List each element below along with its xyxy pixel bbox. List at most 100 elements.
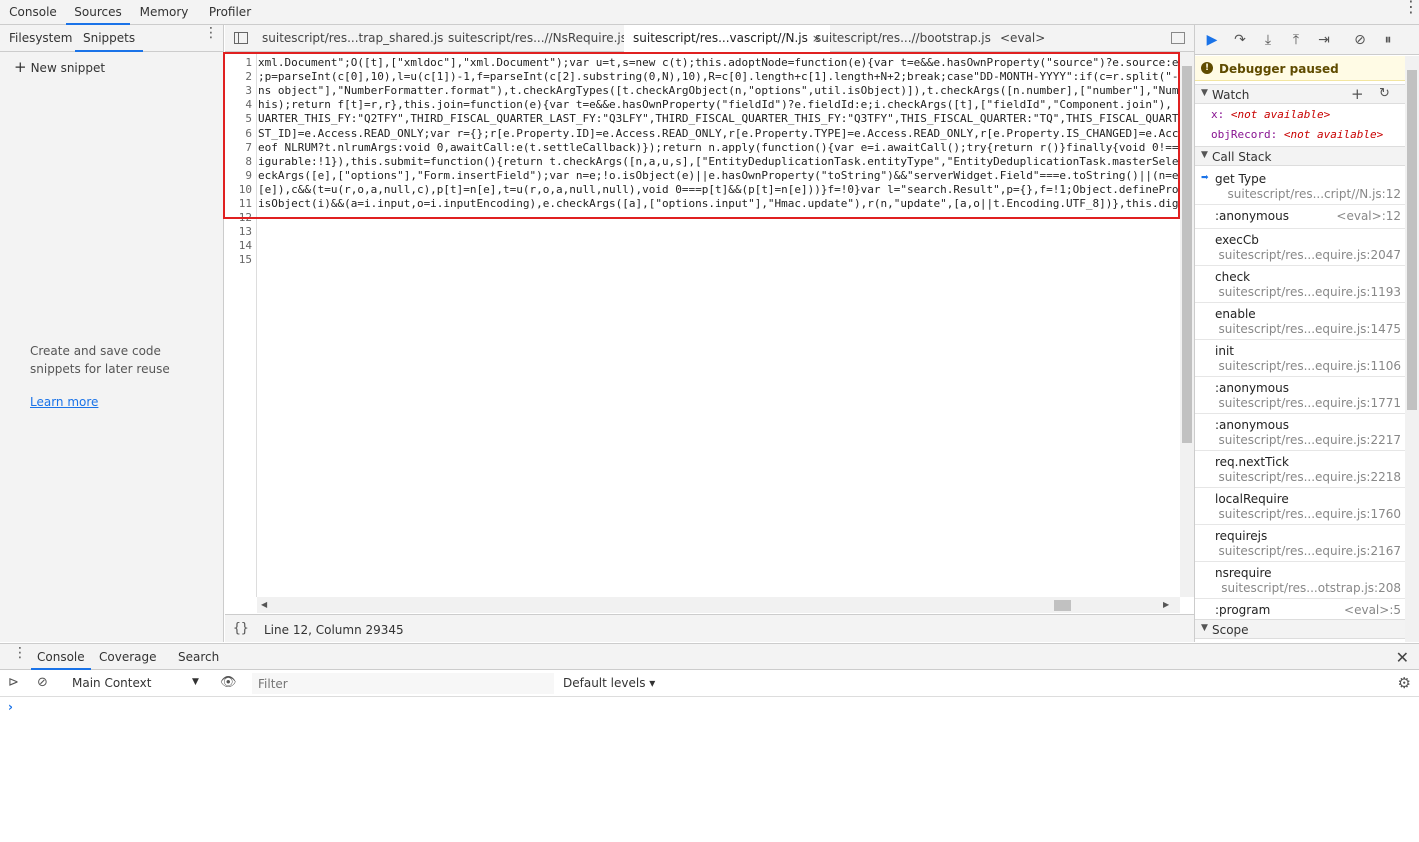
step-over-icon[interactable]: ↷	[1231, 31, 1249, 49]
scroll-right-icon[interactable]: ▶	[1163, 600, 1169, 609]
editor-tab[interactable]: suitescript/res...trap_shared.js	[262, 25, 443, 52]
scroll-left-icon[interactable]: ◀	[261, 600, 267, 609]
code-editor[interactable]: 1 2 3 4 5 6 7 8 9 10 11 12 13 14 15 xml.Document";O([t…	[223, 52, 1180, 597]
editor-tab[interactable]: suitescript/res...//NsRequire.js	[448, 25, 627, 52]
call-frame[interactable]: enable suitescript/res...equire.js:1475	[1195, 303, 1405, 340]
code-line[interactable]: eof NLRUM?t.nlrumArgs:void 0,awaitCall:e…	[258, 141, 1180, 155]
call-frame[interactable]: nsrequire suitescript/res...otstrap.js:20…	[1195, 562, 1405, 599]
deactivate-breakpoints-icon[interactable]: ⊘	[1351, 31, 1369, 49]
more-options-icon[interactable]: ⋮	[1403, 0, 1419, 15]
drawer-tab-coverage[interactable]: Coverage	[99, 644, 157, 670]
frame-location[interactable]: suitescript/res...cript//N.js:12	[1228, 187, 1401, 201]
code-line[interactable]: [e]),c&&(t=u(r,o,a,null,c),p[t]=n[e],t=u…	[258, 183, 1179, 197]
close-drawer-icon[interactable]: ✕	[1396, 648, 1409, 667]
navigator-more-icon[interactable]: ⋮	[204, 26, 218, 40]
call-frame[interactable]: execCb suitescript/res...equire.js:2047	[1195, 229, 1405, 266]
line-number[interactable]: 6	[245, 127, 252, 141]
tab-memory[interactable]: Memory	[132, 0, 196, 25]
line-number[interactable]: 15	[239, 253, 252, 267]
call-stack-section-header[interactable]: ▼ Call Stack	[1195, 146, 1405, 166]
console-prompt[interactable]: ›	[8, 700, 13, 714]
code-line[interactable]: eckArgs([e],["options"],"Form.insertFiel…	[258, 169, 1179, 183]
resume-icon[interactable]: ▶	[1203, 31, 1221, 49]
pause-on-exceptions-icon[interactable]: ⏸	[1379, 31, 1397, 49]
line-number[interactable]: 13	[239, 225, 252, 239]
drawer-tab-search[interactable]: Search	[178, 644, 219, 670]
call-frame[interactable]: requirejs suitescript/res...equire.js:216…	[1195, 525, 1405, 562]
tab-console[interactable]: Console	[0, 0, 66, 25]
call-frame[interactable]: ➡ get Type suitescript/res...cript//N.js:1…	[1195, 168, 1405, 205]
tab-filesystem[interactable]: Filesystem	[9, 25, 72, 52]
pretty-print-icon[interactable]: {}	[233, 621, 249, 636]
new-snippet-button[interactable]: + New snippet	[14, 58, 105, 76]
call-frame[interactable]: :anonymous suitescript/res...equire.js:17…	[1195, 377, 1405, 414]
step-icon[interactable]: ⇥	[1315, 31, 1333, 49]
drawer-tab-console[interactable]: Console	[31, 644, 91, 670]
learn-more-link[interactable]: Learn more	[30, 395, 98, 409]
line-number[interactable]: 7	[245, 141, 252, 155]
code-line[interactable]: igurable:!1}),this.submit=function(){ret…	[258, 155, 1180, 169]
line-gutter[interactable]: 1 2 3 4 5 6 7 8 9 10 11 12 13 14 15	[225, 52, 257, 597]
line-number[interactable]: 1	[245, 56, 252, 70]
toggle-navigator-icon[interactable]	[234, 32, 248, 44]
line-number[interactable]: 12	[239, 211, 252, 225]
call-frame[interactable]: init suitescript/res...equire.js:1106	[1195, 340, 1405, 377]
frame-location[interactable]: suitescript/res...equire.js:1106	[1219, 359, 1401, 373]
context-select[interactable]: Main Context	[72, 676, 151, 690]
frame-location[interactable]: <eval>:12	[1336, 209, 1401, 223]
line-number[interactable]: 11	[239, 197, 252, 211]
editor-tab[interactable]: suitescript/res...//bootstrap.js	[815, 25, 991, 52]
code-line[interactable]: ns object"],"NumberFormatter.format"),t.…	[258, 84, 1180, 98]
frame-location[interactable]: suitescript/res...otstrap.js:208	[1221, 581, 1401, 595]
code-line[interactable]: isObject(i)&&(a=i.input,o=i.inputEncodin…	[258, 197, 1180, 211]
code-line[interactable]: ST_ID]=e.Access.READ_ONLY;var r={};r[e.P…	[258, 127, 1180, 141]
editor-tab-active[interactable]: suitescript/res...vascript//N.js ×	[624, 25, 831, 52]
step-into-icon[interactable]: ⤓	[1259, 31, 1277, 49]
call-frame[interactable]: req.nextTick suitescript/res...equire.js:…	[1195, 451, 1405, 488]
editor-horizontal-scrollbar[interactable]: ◀ ▶	[257, 597, 1180, 613]
scroll-thumb[interactable]	[1054, 600, 1071, 611]
show-sidebar-icon[interactable]: ⊳	[8, 675, 19, 690]
step-out-icon[interactable]: ⤒	[1287, 31, 1305, 49]
filter-input[interactable]	[252, 673, 554, 694]
line-number[interactable]: 2	[245, 70, 252, 84]
code-line[interactable]: his);return f[t]=r,r},this.join=function…	[258, 98, 1172, 112]
frame-location[interactable]: suitescript/res...equire.js:2217	[1219, 433, 1401, 447]
add-watch-icon[interactable]: +	[1351, 85, 1364, 103]
line-number[interactable]: 5	[245, 112, 252, 126]
line-number[interactable]: 10	[239, 183, 252, 197]
toggle-debugger-icon[interactable]	[1171, 32, 1185, 44]
frame-location[interactable]: suitescript/res...equire.js:2218	[1219, 470, 1401, 484]
watch-expression[interactable]: objRecord: <not available>	[1211, 128, 1383, 141]
clear-console-icon[interactable]: ⊘	[37, 675, 48, 690]
scope-section-header[interactable]: ▼ Scope	[1195, 619, 1405, 639]
eye-icon[interactable]: 👁	[220, 675, 237, 690]
chevron-down-icon[interactable]: ▼	[192, 677, 199, 687]
code-content[interactable]: xml.Document";O([t],["xmldoc"],"xml.Docu…	[257, 52, 1180, 597]
call-frame[interactable]: check suitescript/res...equire.js:1193	[1195, 266, 1405, 303]
code-line[interactable]: xml.Document";O([t],["xmldoc"],"xml.Docu…	[258, 56, 1180, 70]
scroll-thumb[interactable]	[1182, 66, 1192, 443]
watch-expression[interactable]: x: <not available>	[1211, 108, 1330, 121]
code-line[interactable]: UARTER_THIS_FY:"Q2TFY",THIRD_FISCAL_QUAR…	[258, 112, 1180, 126]
tab-profiler[interactable]: Profiler	[198, 0, 262, 25]
frame-location[interactable]: suitescript/res...equire.js:2047	[1219, 248, 1401, 262]
watch-section-header[interactable]: ▼ Watch + ↻	[1195, 84, 1405, 104]
frame-location[interactable]: suitescript/res...equire.js:1760	[1219, 507, 1401, 521]
frame-location[interactable]: suitescript/res...equire.js:1475	[1219, 322, 1401, 336]
call-frame[interactable]: localRequire suitescript/res...equire.js:…	[1195, 488, 1405, 525]
scroll-thumb[interactable]	[1407, 70, 1417, 410]
log-levels-dropdown[interactable]: Default levels ▾	[563, 676, 655, 690]
editor-vertical-scrollbar[interactable]	[1180, 52, 1194, 597]
tab-sources[interactable]: Sources	[66, 0, 130, 25]
frame-location[interactable]: suitescript/res...equire.js:1771	[1219, 396, 1401, 410]
frame-location[interactable]: suitescript/res...equire.js:1193	[1219, 285, 1401, 299]
call-frame[interactable]: :anonymous <eval>:12	[1195, 205, 1405, 229]
tab-snippets[interactable]: Snippets	[75, 25, 144, 52]
frame-location[interactable]: suitescript/res...equire.js:2167	[1219, 544, 1401, 558]
line-number[interactable]: 8	[245, 155, 252, 169]
gear-icon[interactable]: ⚙	[1398, 674, 1411, 692]
code-line[interactable]: ;p=parseInt(c[0],10),l=u(c[1])-1,f=parse…	[258, 70, 1180, 84]
editor-tab[interactable]: <eval>	[1000, 25, 1045, 52]
frame-location[interactable]: <eval>:5	[1344, 603, 1401, 617]
